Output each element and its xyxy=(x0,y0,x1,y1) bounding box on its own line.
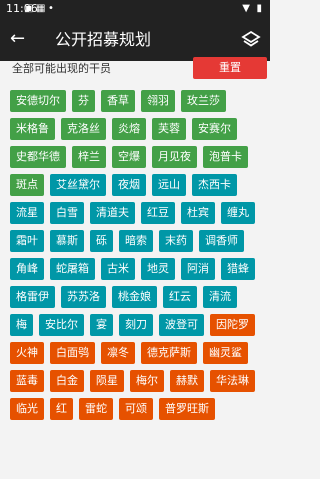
operator-chip[interactable]: 玫兰莎 xyxy=(181,90,226,112)
layers-icon[interactable] xyxy=(241,29,261,49)
operator-chip[interactable]: 梅尔 xyxy=(130,370,164,392)
operator-chip[interactable]: 炎熔 xyxy=(112,118,146,140)
operator-chip[interactable]: 安比尔 xyxy=(39,314,84,336)
operator-chip[interactable]: 可颂 xyxy=(119,398,153,420)
operator-chip[interactable]: 安德切尔 xyxy=(10,90,66,112)
operator-chip[interactable]: 红豆 xyxy=(141,202,175,224)
page-title: 公开招募规划 xyxy=(55,30,152,49)
reset-button[interactable]: 重置 xyxy=(193,57,267,79)
operator-chip[interactable]: 桃金娘 xyxy=(112,286,157,308)
operator-chip[interactable]: 苏苏洛 xyxy=(61,286,106,308)
app-bar: ← 公开招募规划 xyxy=(0,19,270,61)
operator-chip[interactable]: 艾丝黛尔 xyxy=(50,174,106,196)
operator-chip[interactable]: 远山 xyxy=(152,174,186,196)
operator-chip[interactable]: 梓兰 xyxy=(72,146,106,168)
arrow-left-icon[interactable]: ← xyxy=(10,28,25,50)
dot-icon: • xyxy=(48,3,54,14)
operator-chip[interactable]: 克洛丝 xyxy=(61,118,106,140)
status-bar: 11:06 ▣ ▦ • ▼ ▮ xyxy=(0,0,270,19)
operator-chip[interactable]: 猎蜂 xyxy=(221,258,255,280)
operator-chip[interactable]: 杰西卡 xyxy=(192,174,237,196)
notification-icon: ▣ xyxy=(24,3,34,14)
operator-chip[interactable]: 史都华德 xyxy=(10,146,66,168)
operator-chip[interactable]: 陨星 xyxy=(90,370,124,392)
operator-chip[interactable]: 白金 xyxy=(50,370,84,392)
operator-chip[interactable]: 凛冬 xyxy=(101,342,135,364)
operator-chip[interactable]: 白雪 xyxy=(50,202,84,224)
battery-icon: ▮ xyxy=(256,3,262,14)
operator-chip[interactable]: 德克萨斯 xyxy=(141,342,197,364)
operator-chip[interactable]: 赫默 xyxy=(170,370,204,392)
operator-chip[interactable]: 末药 xyxy=(159,230,193,252)
operator-chip[interactable]: 清道夫 xyxy=(90,202,135,224)
operator-grid: 安德切尔芬香草 翎羽 玫兰莎米格鲁 克洛丝 炎熔 芙蓉 安赛尔史都华德 梓兰 空爆 月见夜 泡普卡斑… xyxy=(10,90,265,420)
operator-chip[interactable]: 梅 xyxy=(10,314,33,336)
operator-chip[interactable]: 安赛尔 xyxy=(192,118,237,140)
operator-chip[interactable]: 香草 xyxy=(101,90,135,112)
operator-chip[interactable]: 暗索 xyxy=(119,230,153,252)
operator-chip[interactable]: 火神 xyxy=(10,342,44,364)
operator-chip[interactable]: 流星 xyxy=(10,202,44,224)
operators-heading: 全部可能出现的干员 xyxy=(12,62,111,75)
operator-chip[interactable]: 砾 xyxy=(90,230,113,252)
operator-chip[interactable]: 华法琳 xyxy=(210,370,255,392)
operator-chip[interactable]: 古米 xyxy=(101,258,135,280)
operator-chip[interactable]: 芙蓉 xyxy=(152,118,186,140)
operator-chip[interactable]: 蛇屠箱 xyxy=(50,258,95,280)
operator-chip[interactable]: 白面鸮 xyxy=(50,342,95,364)
operator-chip[interactable]: 清流 xyxy=(203,286,237,308)
operator-chip[interactable]: 幽灵鲨 xyxy=(203,342,248,364)
operator-chip[interactable]: 斑点 xyxy=(10,174,44,196)
operator-chip[interactable]: 红 xyxy=(50,398,73,420)
operator-chip[interactable]: 地灵 xyxy=(141,258,175,280)
operator-chip[interactable]: 波登可 xyxy=(159,314,204,336)
operator-chip[interactable]: 杜宾 xyxy=(181,202,215,224)
operator-chip[interactable]: 格雷伊 xyxy=(10,286,55,308)
operator-chip[interactable]: 月见夜 xyxy=(152,146,197,168)
operator-chip[interactable]: 空爆 xyxy=(112,146,146,168)
operator-chip[interactable]: 夜烟 xyxy=(112,174,146,196)
operator-chip[interactable]: 慕斯 xyxy=(50,230,84,252)
operator-chip[interactable]: 泡普卡 xyxy=(203,146,248,168)
operator-chip[interactable]: 雷蛇 xyxy=(79,398,113,420)
operator-chip[interactable]: 调香师 xyxy=(199,230,244,252)
operator-chip[interactable]: 米格鲁 xyxy=(10,118,55,140)
operator-chip[interactable]: 蓝毒 xyxy=(10,370,44,392)
operator-chip[interactable]: 宴 xyxy=(90,314,113,336)
wifi-icon: ▼ xyxy=(242,3,250,14)
gallery-icon: ▦ xyxy=(36,3,46,14)
operator-chip[interactable]: 缠丸 xyxy=(221,202,255,224)
operator-chip[interactable]: 霜叶 xyxy=(10,230,44,252)
operator-chip[interactable]: 红云 xyxy=(163,286,197,308)
operator-chip[interactable]: 临光 xyxy=(10,398,44,420)
operator-chip[interactable]: 翎羽 xyxy=(141,90,175,112)
operator-chip[interactable]: 普罗旺斯 xyxy=(159,398,215,420)
operator-chip[interactable]: 因陀罗 xyxy=(210,314,255,336)
operator-chip[interactable]: 刻刀 xyxy=(119,314,153,336)
operator-chip[interactable]: 芬 xyxy=(72,90,95,112)
operator-chip[interactable]: 阿消 xyxy=(181,258,215,280)
operator-chip[interactable]: 角峰 xyxy=(10,258,44,280)
